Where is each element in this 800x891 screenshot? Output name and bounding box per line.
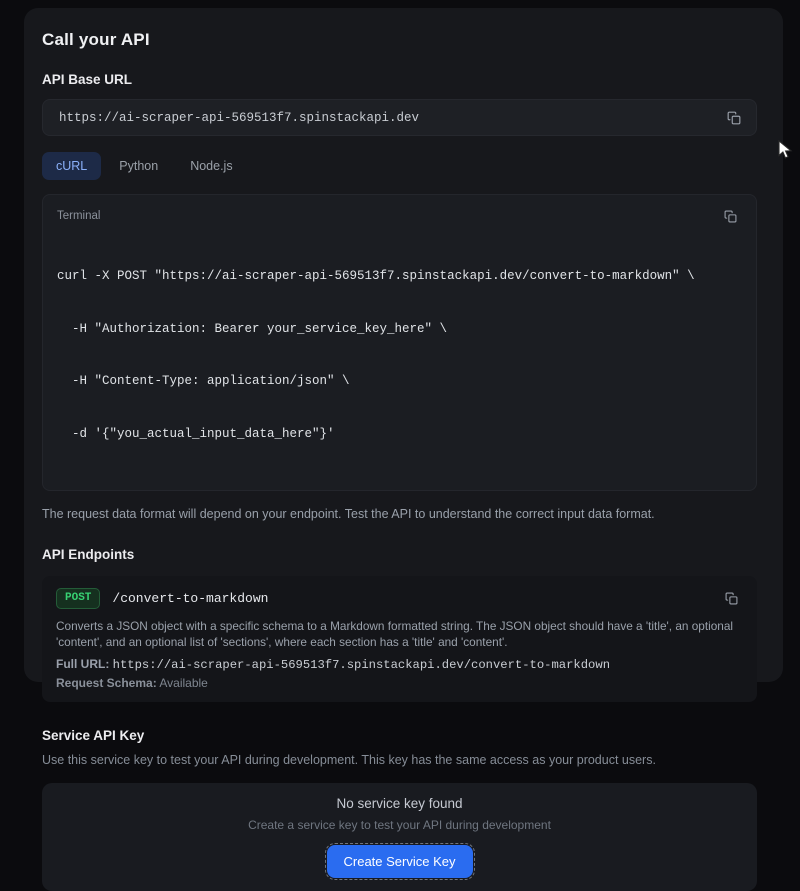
request-format-note: The request data format will depend on y… — [42, 507, 757, 521]
page-title: Call your API — [42, 30, 757, 50]
service-api-key-heading: Service API Key — [42, 728, 757, 743]
endpoint-path: /convert-to-markdown — [112, 591, 707, 606]
code-line: -d '{"you_actual_input_data_here"}' — [57, 426, 742, 444]
full-url-value: https://ai-scraper-api-569513f7.spinstac… — [113, 658, 610, 672]
api-base-url-value: https://ai-scraper-api-569513f7.spinstac… — [59, 111, 722, 125]
terminal-block: Terminal curl -X POST "https://ai-scrape… — [42, 194, 757, 491]
copy-base-url-button[interactable] — [722, 106, 746, 130]
endpoint-card: POST /convert-to-markdown Converts a JSO… — [42, 576, 757, 702]
call-api-panel: Call your API API Base URL https://ai-sc… — [24, 8, 783, 682]
language-tabs: cURL Python Node.js — [42, 152, 757, 180]
terminal-label: Terminal — [57, 210, 100, 222]
copy-endpoint-button[interactable] — [719, 586, 743, 610]
endpoint-full-url-row: Full URL: https://ai-scraper-api-569513f… — [56, 657, 743, 673]
api-base-url-heading: API Base URL — [42, 72, 757, 87]
method-badge: POST — [56, 588, 100, 609]
copy-icon — [725, 592, 738, 605]
service-key-description: Use this service key to test your API du… — [42, 753, 757, 767]
code-line: curl -X POST "https://ai-scraper-api-569… — [57, 268, 742, 286]
service-key-empty-state: No service key found Create a service ke… — [42, 783, 757, 891]
code-line: -H "Content-Type: application/json" \ — [57, 373, 742, 391]
endpoint-description: Converts a JSON object with a specific s… — [56, 618, 743, 650]
copy-code-button[interactable] — [718, 204, 742, 228]
empty-state-title: No service key found — [336, 796, 462, 811]
copy-icon — [724, 210, 737, 223]
api-base-url-box: https://ai-scraper-api-569513f7.spinstac… — [42, 99, 757, 136]
tab-python[interactable]: Python — [105, 152, 172, 180]
curl-code-block: curl -X POST "https://ai-scraper-api-569… — [57, 233, 742, 478]
api-endpoints-heading: API Endpoints — [42, 547, 757, 562]
tab-curl[interactable]: cURL — [42, 152, 101, 180]
tab-nodejs[interactable]: Node.js — [176, 152, 246, 180]
create-service-key-button[interactable]: Create Service Key — [327, 845, 473, 878]
empty-state-subtitle: Create a service key to test your API du… — [248, 818, 551, 832]
full-url-label: Full URL: — [56, 657, 109, 671]
endpoint-schema-row: Request Schema: Available — [56, 676, 743, 691]
copy-icon — [727, 111, 741, 125]
code-line: -H "Authorization: Bearer your_service_k… — [57, 321, 742, 339]
